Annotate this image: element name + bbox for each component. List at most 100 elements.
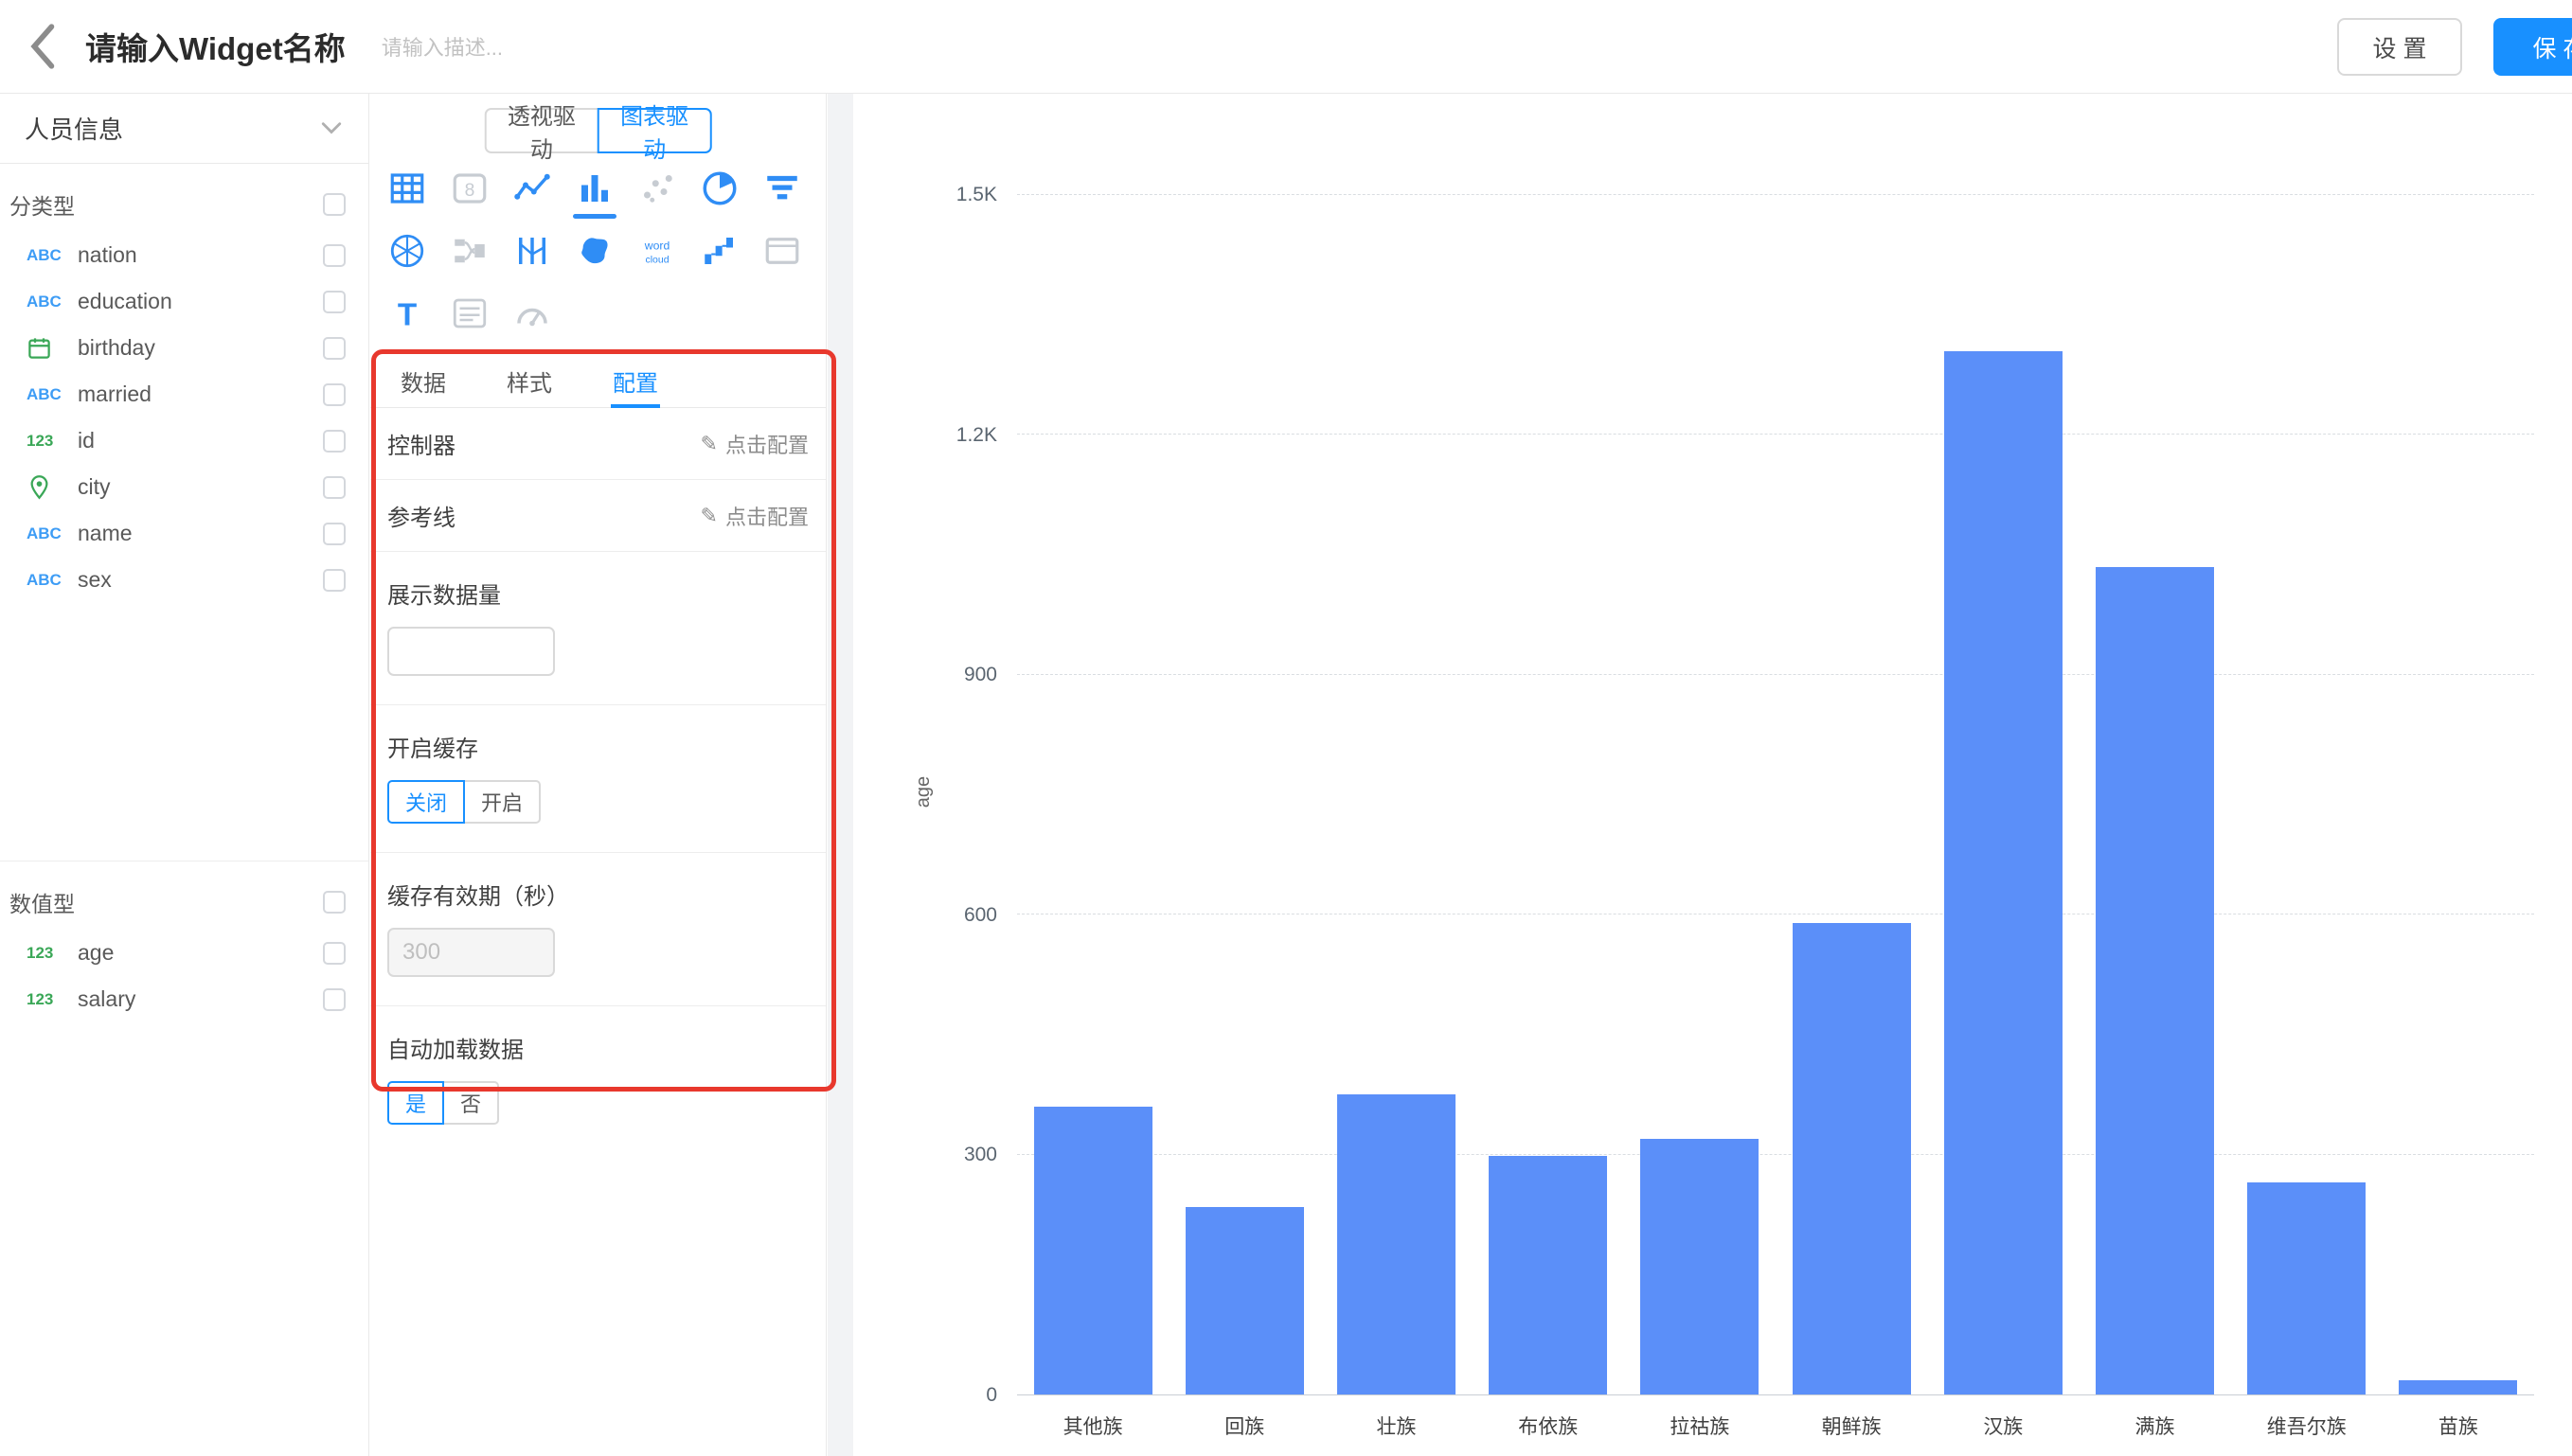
china-map-chart-icon[interactable] bbox=[563, 220, 626, 282]
tab-style[interactable]: 样式 bbox=[507, 355, 552, 407]
cache-label: 开启缓存 bbox=[387, 730, 809, 763]
field-name: nation bbox=[78, 242, 137, 268]
x-category-label: 其他族 bbox=[1017, 1412, 1169, 1440]
config-panel: 控制器 ✎ 点击配置 参考线 ✎ 点击配置 展示数据量 开启缓存 关闭开启 缓存… bbox=[370, 408, 826, 1153]
reference-line-label: 参考线 bbox=[387, 499, 455, 532]
controller-label: 控制器 bbox=[387, 427, 455, 460]
wordcloud-chart-icon[interactable]: wordcloud bbox=[626, 220, 688, 282]
table-chart-icon[interactable] bbox=[376, 157, 438, 220]
panel-divider bbox=[828, 94, 853, 1456]
parallel-chart-icon[interactable] bbox=[501, 220, 563, 282]
cache-expire-label: 缓存有效期（秒） bbox=[387, 878, 809, 911]
bar bbox=[1337, 1094, 1456, 1394]
field-checkbox[interactable] bbox=[323, 383, 346, 406]
field-name: birthday bbox=[78, 335, 155, 361]
bar-chart-icon[interactable] bbox=[563, 157, 626, 220]
waterfall-chart-icon[interactable] bbox=[688, 220, 751, 282]
auto-load-option-1[interactable]: 否 bbox=[442, 1081, 499, 1125]
gauge-chart-icon[interactable] bbox=[501, 282, 563, 345]
field-checkbox[interactable] bbox=[323, 523, 346, 545]
section-checkbox[interactable] bbox=[323, 891, 346, 914]
line-chart-icon[interactable] bbox=[501, 157, 563, 220]
field-section: 分类型ABCnationABCeducationbirthdayABCmarri… bbox=[0, 164, 368, 603]
x-axis-labels: 其他族回族壮族布依族拉祜族朝鲜族汉族满族维吾尔族苗族 bbox=[1017, 1412, 2534, 1440]
field-name: id bbox=[78, 428, 95, 453]
cache-option-0[interactable]: 关闭 bbox=[387, 780, 465, 824]
pie-chart-icon[interactable] bbox=[688, 157, 751, 220]
bar bbox=[1793, 923, 1911, 1394]
controller-config-row: 控制器 ✎ 点击配置 bbox=[370, 408, 826, 480]
field-checkbox[interactable] bbox=[323, 476, 346, 499]
sankey-chart-icon[interactable] bbox=[438, 220, 501, 282]
pencil-icon: ✎ bbox=[701, 504, 718, 528]
tab-config[interactable]: 配置 bbox=[613, 355, 658, 407]
field-row[interactable]: ABCmarried bbox=[0, 371, 368, 417]
svg-text:word: word bbox=[644, 239, 670, 252]
bar bbox=[1034, 1107, 1152, 1394]
number-type-icon: 123 bbox=[27, 990, 78, 1009]
reference-line-configure-text: 点击配置 bbox=[725, 501, 809, 531]
rich-text-chart-icon[interactable] bbox=[438, 282, 501, 345]
field-name: age bbox=[78, 940, 114, 966]
bar bbox=[2096, 567, 2214, 1394]
tab-data[interactable]: 数据 bbox=[401, 355, 446, 407]
reference-line-configure-link[interactable]: ✎ 点击配置 bbox=[701, 501, 809, 531]
x-category-label: 汉族 bbox=[1927, 1412, 2079, 1440]
auto-load-option-0[interactable]: 是 bbox=[387, 1081, 444, 1125]
back-button[interactable] bbox=[27, 22, 57, 71]
field-row[interactable]: ABCname bbox=[0, 510, 368, 557]
bar bbox=[2399, 1380, 2517, 1394]
y-tick-label: 1.2K bbox=[956, 424, 997, 447]
field-checkbox[interactable] bbox=[323, 430, 346, 453]
field-checkbox[interactable] bbox=[323, 337, 346, 360]
scorecard-chart-icon[interactable]: 8 bbox=[438, 157, 501, 220]
string-type-icon: ABC bbox=[27, 293, 78, 311]
view-selector[interactable]: 人员信息 bbox=[0, 94, 368, 164]
field-row[interactable]: ABCnation bbox=[0, 232, 368, 278]
scatter-chart-icon[interactable] bbox=[626, 157, 688, 220]
x-category-label: 布依族 bbox=[1473, 1412, 1624, 1440]
field-row[interactable]: 123age bbox=[0, 930, 368, 976]
save-button[interactable]: 保 存 bbox=[2493, 18, 2572, 76]
svg-text:T: T bbox=[398, 297, 417, 332]
widget-name-input[interactable]: 请输入Widget名称 bbox=[85, 24, 346, 69]
field-row[interactable]: 123salary bbox=[0, 976, 368, 1022]
pencil-icon: ✎ bbox=[701, 432, 718, 456]
text-chart-icon[interactable]: T bbox=[376, 282, 438, 345]
display-count-section: 展示数据量 bbox=[370, 552, 826, 705]
field-row[interactable]: 123id bbox=[0, 417, 368, 464]
x-category-label: 回族 bbox=[1169, 1412, 1320, 1440]
pivot-drive-button[interactable]: 透视驱动 bbox=[484, 108, 598, 153]
top-toolbar: 请输入Widget名称 请输入描述... 设 置 保 存 bbox=[0, 0, 2572, 94]
y-tick-label: 300 bbox=[964, 1144, 997, 1166]
svg-text:8: 8 bbox=[465, 181, 475, 201]
widget-description-input[interactable]: 请输入描述... bbox=[382, 31, 503, 62]
funnel-chart-icon[interactable] bbox=[751, 157, 813, 220]
field-checkbox[interactable] bbox=[323, 942, 346, 965]
field-checkbox[interactable] bbox=[323, 569, 346, 592]
radar-chart-icon[interactable] bbox=[376, 220, 438, 282]
field-name: name bbox=[78, 521, 133, 546]
bar-column bbox=[1320, 195, 1472, 1394]
field-checkbox[interactable] bbox=[323, 291, 346, 313]
controller-configure-link[interactable]: ✎ 点击配置 bbox=[701, 429, 809, 459]
field-row[interactable]: birthday bbox=[0, 325, 368, 371]
iframe-chart-icon[interactable] bbox=[751, 220, 813, 282]
display-count-input[interactable] bbox=[387, 627, 555, 676]
section-checkbox[interactable] bbox=[323, 193, 346, 216]
field-name: married bbox=[78, 382, 152, 407]
settings-button[interactable]: 设 置 bbox=[2337, 18, 2462, 76]
bar-column bbox=[1473, 195, 1624, 1394]
field-checkbox[interactable] bbox=[323, 244, 346, 267]
y-tick-label: 1.5K bbox=[956, 184, 997, 206]
chevron-down-icon bbox=[321, 122, 342, 135]
display-count-label: 展示数据量 bbox=[387, 577, 809, 610]
field-row[interactable]: city bbox=[0, 464, 368, 510]
bar-column bbox=[2231, 195, 2383, 1394]
field-row[interactable]: ABCsex bbox=[0, 557, 368, 603]
field-checkbox[interactable] bbox=[323, 988, 346, 1011]
field-row[interactable]: ABCeducation bbox=[0, 278, 368, 325]
bar-column bbox=[1776, 195, 1927, 1394]
cache-option-1[interactable]: 开启 bbox=[463, 780, 541, 824]
chart-drive-button[interactable]: 图表驱动 bbox=[598, 108, 712, 153]
